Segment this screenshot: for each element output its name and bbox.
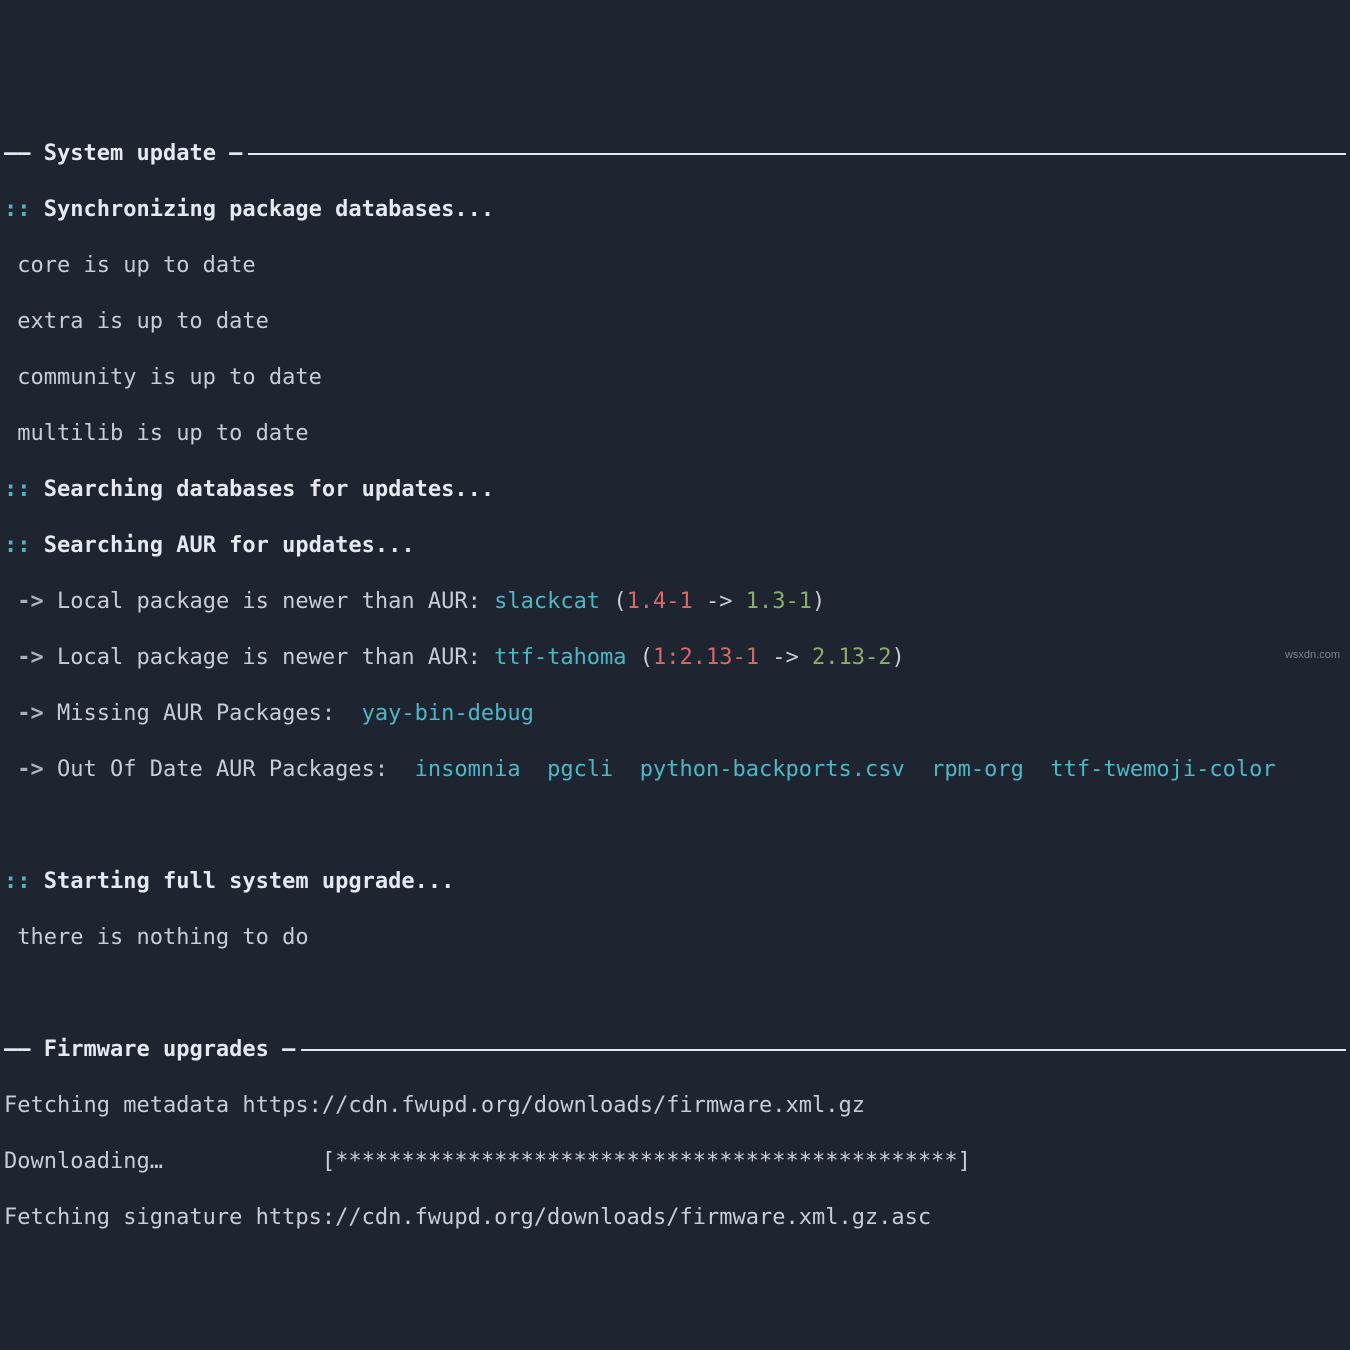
line-out-of-date: -> Out Of Date AUR Packages: insomnia pg… [4, 756, 1346, 784]
line-sync: :: Synchronizing package databases... [4, 196, 1346, 224]
line-community: community is up to date [4, 364, 1346, 392]
line-local-newer-slackcat: -> Local package is newer than AUR: slac… [4, 588, 1346, 616]
line-search-aur: :: Searching AUR for updates... [4, 532, 1346, 560]
line-missing-aur: -> Missing AUR Packages: yay-bin-debug [4, 700, 1346, 728]
section-header-system: —— System update — [4, 140, 1346, 168]
line-fw-fetch: Fetching metadata https://cdn.fwupd.org/… [4, 1092, 1346, 1120]
pkg-missing: yay-bin-debug [362, 701, 534, 726]
pkg-slackcat: slackcat [494, 589, 600, 614]
blank-4 [4, 1316, 1346, 1344]
watermark: wsxdn.com [1285, 641, 1340, 669]
line-search-db: :: Searching databases for updates... [4, 476, 1346, 504]
line-fw-download: Downloading… [**************************… [4, 1148, 1346, 1176]
blank-2 [4, 980, 1346, 1008]
line-extra: extra is up to date [4, 308, 1346, 336]
line-core: core is up to date [4, 252, 1346, 280]
terminal-output: —— System update — :: Synchronizing pack… [0, 112, 1350, 1350]
blank-1 [4, 812, 1346, 840]
pkg-tahoma: ttf-tahoma [494, 645, 626, 670]
section-header-firmware: —— Firmware upgrades — [4, 1036, 1346, 1064]
pkg-out-of-date: insomnia pgcli python-backports.csv rpm-… [415, 757, 1276, 782]
line-nothing: there is nothing to do [4, 924, 1346, 952]
line-local-newer-tahoma: -> Local package is newer than AUR: ttf-… [4, 644, 1346, 672]
line-fw-sig: Fetching signature https://cdn.fwupd.org… [4, 1204, 1346, 1232]
line-upgrade: :: Starting full system upgrade... [4, 868, 1346, 896]
line-multilib: multilib is up to date [4, 420, 1346, 448]
blank-3 [4, 1260, 1346, 1288]
